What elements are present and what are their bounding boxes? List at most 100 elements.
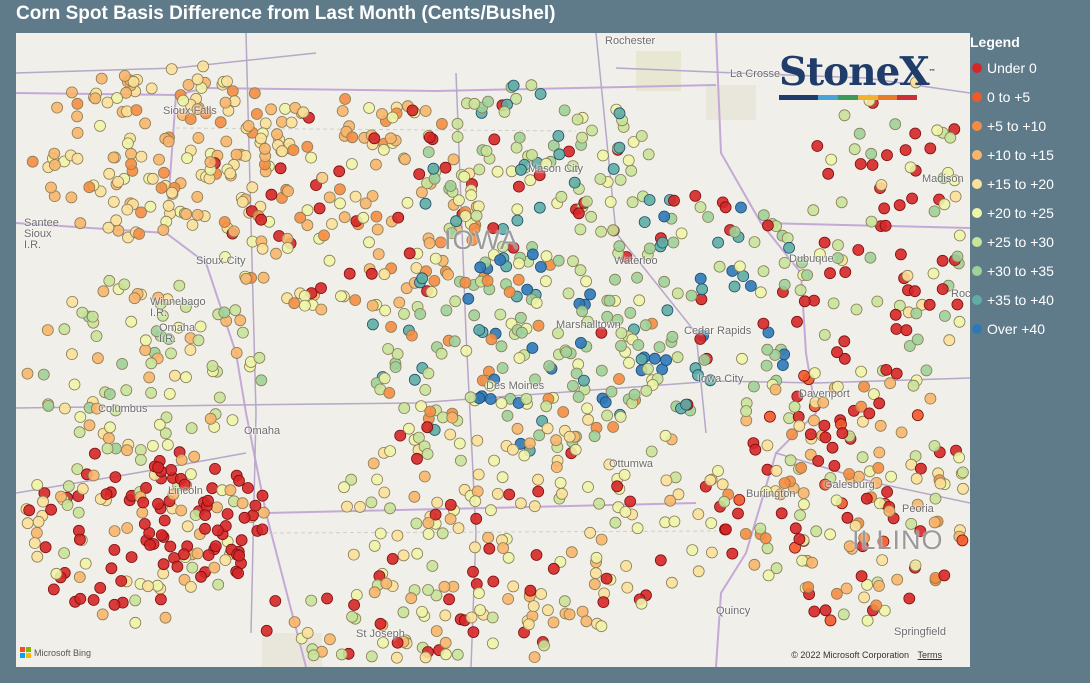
station-marker[interactable] [911,333,924,346]
station-marker[interactable] [465,611,478,624]
station-marker[interactable] [491,165,504,178]
station-marker[interactable] [366,299,379,312]
station-marker[interactable] [576,131,588,144]
legend-item[interactable]: +25 to +30 [970,227,1090,256]
station-marker[interactable] [89,447,101,460]
station-marker[interactable] [448,335,461,348]
station-marker[interactable] [30,526,43,539]
station-marker[interactable] [584,526,596,539]
station-marker[interactable] [761,439,774,452]
station-marker[interactable] [157,166,170,179]
station-marker[interactable] [777,359,789,372]
station-marker[interactable] [698,353,711,366]
station-marker[interactable] [855,570,868,582]
station-marker[interactable] [137,496,150,509]
station-marker[interactable] [459,276,472,289]
station-marker[interactable] [600,572,613,585]
station-marker[interactable] [242,120,255,132]
station-marker[interactable] [249,499,262,512]
station-marker[interactable] [597,149,609,162]
station-marker[interactable] [734,260,746,273]
station-marker[interactable] [347,548,360,561]
station-marker[interactable] [421,421,434,434]
station-marker[interactable] [480,145,493,157]
station-marker[interactable] [883,505,896,518]
station-marker[interactable] [439,636,452,649]
station-marker[interactable] [405,329,418,342]
station-marker[interactable] [125,158,137,171]
station-marker[interactable] [538,639,550,652]
station-marker[interactable] [338,211,351,224]
station-marker[interactable] [467,565,479,578]
station-marker[interactable] [191,208,204,221]
station-marker[interactable] [125,551,138,563]
station-marker[interactable] [281,242,294,254]
station-marker[interactable] [31,479,44,491]
station-marker[interactable] [413,168,426,181]
station-marker[interactable] [76,482,89,495]
station-marker[interactable] [449,295,462,308]
station-marker[interactable] [726,547,739,560]
station-marker[interactable] [873,580,885,592]
station-marker[interactable] [393,296,406,309]
station-marker[interactable] [219,96,232,109]
station-marker[interactable] [614,173,627,186]
station-marker[interactable] [654,554,667,567]
station-marker[interactable] [143,371,156,384]
station-marker[interactable] [234,314,247,327]
station-marker[interactable] [858,380,870,393]
station-marker[interactable] [229,304,242,317]
legend-item[interactable]: +30 to +35 [970,256,1090,285]
station-marker[interactable] [224,484,237,497]
station-marker[interactable] [843,468,855,480]
station-marker[interactable] [204,412,217,425]
station-marker[interactable] [513,131,526,144]
station-marker[interactable] [520,392,533,405]
station-marker[interactable] [345,158,358,170]
station-marker[interactable] [550,461,563,474]
station-marker[interactable] [901,269,914,282]
station-marker[interactable] [502,593,515,605]
station-marker[interactable] [218,216,231,228]
station-marker[interactable] [202,549,215,561]
station-marker[interactable] [593,497,605,510]
station-marker[interactable] [524,584,537,597]
station-marker[interactable] [258,142,271,155]
station-marker[interactable] [733,493,746,506]
station-marker[interactable] [47,583,60,596]
station-marker[interactable] [666,330,679,343]
station-marker[interactable] [471,434,484,447]
station-marker[interactable] [444,498,457,511]
station-marker[interactable] [31,550,44,563]
station-marker[interactable] [853,127,866,140]
station-marker[interactable] [442,268,454,281]
station-marker[interactable] [191,547,204,560]
station-marker[interactable] [92,352,104,365]
station-marker[interactable] [76,306,89,319]
station-marker[interactable] [446,411,459,424]
station-marker[interactable] [422,528,435,540]
station-marker[interactable] [523,437,536,450]
station-marker[interactable] [121,522,134,534]
station-marker[interactable] [103,167,116,180]
station-marker[interactable] [454,454,467,467]
station-marker[interactable] [934,477,947,490]
station-marker[interactable] [108,544,121,556]
station-marker[interactable] [175,454,188,466]
station-marker[interactable] [798,498,810,511]
station-marker[interactable] [100,488,113,501]
station-marker[interactable] [180,371,192,384]
station-marker[interactable] [107,151,120,164]
station-marker[interactable] [451,648,464,661]
station-marker[interactable] [230,346,243,359]
station-marker[interactable] [488,454,501,467]
station-marker[interactable] [563,430,576,443]
station-marker[interactable] [624,306,637,319]
station-marker[interactable] [638,216,651,229]
station-marker[interactable] [21,517,34,530]
station-marker[interactable] [910,307,923,320]
station-marker[interactable] [408,490,421,503]
station-marker[interactable] [439,609,452,622]
station-marker[interactable] [621,581,634,594]
station-marker[interactable] [831,346,843,359]
